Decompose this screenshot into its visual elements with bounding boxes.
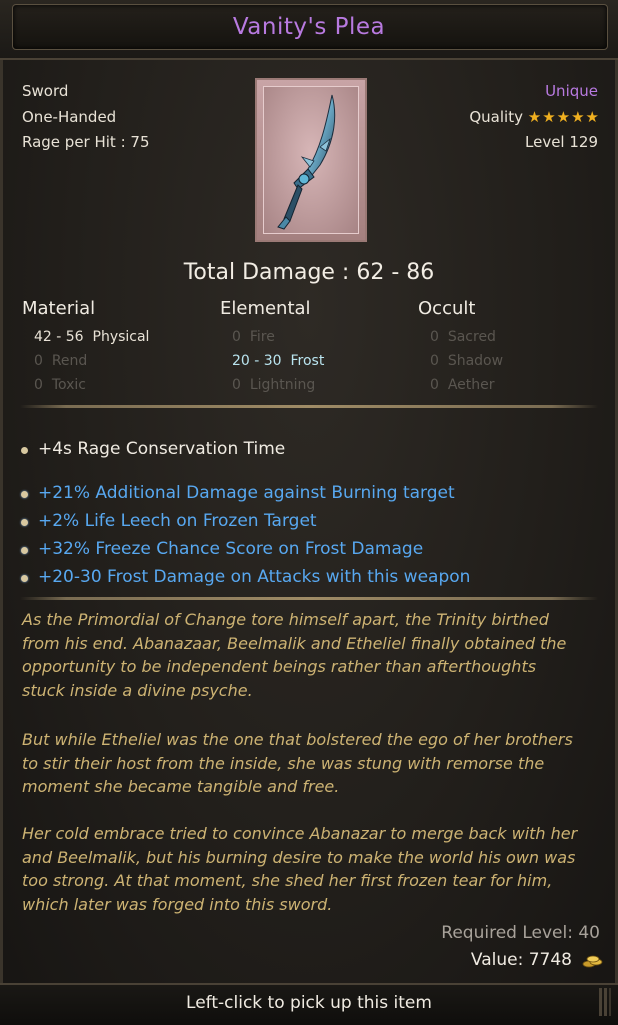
damage-shadow: 0 Shadow [430, 353, 504, 369]
item-portrait [255, 78, 367, 242]
bullet-icon [21, 547, 28, 554]
item-level: Level 129 [525, 133, 598, 151]
damage-physical: 42 - 56 Physical [34, 329, 150, 345]
damage-sacred: 0 Sacred [430, 329, 496, 345]
bonus-attribute: +20-30 Frost Damage on Attacks with this… [38, 567, 471, 587]
damage-aether: 0 Aether [430, 377, 495, 393]
star-icon: ★★★★★ [527, 108, 600, 126]
bonus-attribute: +32% Freeze Chance Score on Frost Damage [38, 539, 424, 559]
damage-fire: 0 Fire [232, 329, 275, 345]
quality-row: Quality ★★★★★ [469, 108, 600, 126]
portrait-card [263, 86, 359, 234]
title-bar: Vanity's Plea [0, 0, 618, 60]
bonus-attribute: +2% Life Leech on Frozen Target [38, 511, 317, 531]
bullet-icon [21, 447, 28, 454]
damage-lightning: 0 Lightning [232, 377, 316, 393]
bullet-icon [21, 575, 28, 582]
lore-paragraph-2: But while Etheliel was the one that bols… [22, 730, 573, 797]
item-type: Sword [22, 82, 69, 100]
damage-rend: 0 Rend [34, 353, 88, 369]
material-header: Material [22, 298, 96, 319]
occult-header: Occult [418, 298, 476, 319]
sword-icon [277, 94, 336, 230]
lore-paragraph-1: As the Primordial of Change tore himself… [22, 610, 567, 700]
divider-bottom [20, 597, 598, 600]
elemental-header: Elemental [220, 298, 311, 319]
lore-paragraph-3: Her cold embrace tried to convince Abana… [22, 824, 578, 914]
total-damage: Total Damage : 62 - 86 [183, 260, 435, 285]
resize-grip-icon[interactable] [598, 986, 612, 1018]
quality-label: Quality [469, 108, 523, 126]
gold-coins-icon [582, 955, 603, 968]
pickup-hint: Left-click to pick up this item [186, 993, 432, 1013]
required-level: Required Level: 40 [441, 923, 600, 943]
rage-per-hit: Rage per Hit : 75 [22, 133, 150, 151]
item-value: Value: 7748 [470, 950, 572, 970]
bonus-attribute: +21% Additional Damage against Burning t… [38, 483, 455, 503]
bullet-icon [21, 519, 28, 526]
damage-frost: 20 - 30 Frost [232, 353, 325, 369]
bullet-icon [21, 491, 28, 498]
item-name: Vanity's Plea [232, 14, 386, 40]
base-attribute: +4s Rage Conservation Time [38, 439, 286, 459]
item-handedness: One-Handed [22, 108, 117, 126]
divider-top [20, 405, 598, 408]
item-rarity: Unique [545, 82, 598, 100]
damage-toxic: 0 Toxic [34, 377, 87, 393]
